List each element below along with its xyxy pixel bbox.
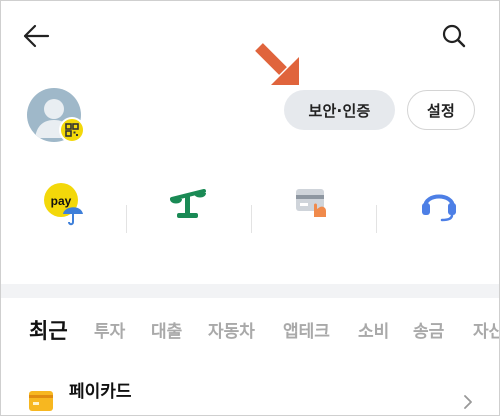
kakao-pay-umbrella-icon: pay (44, 183, 83, 226)
scale-icon (170, 189, 206, 218)
quick-divider (251, 205, 252, 233)
pay-text: pay (51, 194, 72, 208)
settings-button[interactable]: 설정 (407, 90, 475, 130)
settings-label: 설정 (426, 101, 455, 120)
quick-item-support[interactable] (414, 179, 464, 227)
category-tabs: 최근 투자 대출 자동차 앱테크 소비 송금 자산 (1, 315, 499, 351)
security-auth-label: 보안·인증 (308, 101, 371, 120)
card-icon (29, 391, 53, 411)
tab-apptech[interactable]: 앱테크 (283, 317, 330, 342)
quick-item-scale[interactable] (163, 179, 213, 227)
tab-recent[interactable]: 최근 (29, 315, 68, 345)
screen: 보안·인증 설정 pay 최근 투자 대출 자동차 앱테크 소비 송금 자 페이… (0, 0, 500, 416)
tab-transfer[interactable]: 송금 (413, 317, 444, 342)
search-icon (442, 24, 466, 48)
tab-invest[interactable]: 투자 (94, 317, 125, 342)
back-arrow-icon (23, 24, 50, 48)
security-auth-button[interactable]: 보안·인증 (284, 90, 395, 130)
tab-spending[interactable]: 소비 (358, 317, 389, 342)
search-button[interactable] (437, 19, 471, 53)
back-button[interactable] (19, 19, 53, 53)
card-hand-icon (296, 189, 326, 217)
tab-loan[interactable]: 대출 (151, 317, 182, 342)
section-separator (1, 284, 499, 298)
list-item-title: 페이카드 (69, 382, 132, 402)
headset-support-icon (422, 194, 456, 222)
quick-divider (376, 205, 377, 233)
annotation-arrow-icon (255, 43, 299, 85)
tab-car[interactable]: 자동차 (208, 317, 255, 342)
qr-badge[interactable] (59, 117, 85, 143)
quick-divider (126, 205, 127, 233)
quick-item-pay[interactable]: pay (39, 179, 89, 227)
tab-assets[interactable]: 자산 (473, 317, 499, 342)
qr-code-icon (65, 123, 79, 137)
quick-item-card[interactable] (289, 179, 339, 227)
chevron-right-icon (464, 395, 472, 409)
list-item[interactable]: 페이카드 (1, 373, 499, 415)
